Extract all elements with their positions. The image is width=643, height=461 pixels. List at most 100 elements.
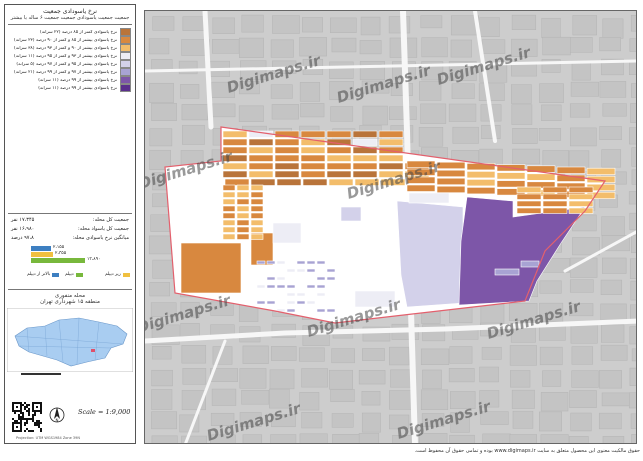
parcel-large: [180, 242, 242, 294]
city-block: [271, 346, 297, 361]
city-block: [180, 323, 200, 337]
city-block: [239, 368, 267, 389]
city-block: [449, 346, 473, 364]
bar-3: [31, 258, 85, 263]
mini-legend-2-label: دیپلم: [65, 272, 74, 277]
city-block: [182, 368, 207, 385]
qr-cell: [28, 410, 30, 412]
city-block: [631, 348, 636, 362]
city-block: [451, 83, 475, 99]
parcel: [326, 170, 352, 178]
city-block: [539, 411, 562, 432]
parcel: [248, 170, 274, 178]
parcel: [520, 260, 540, 268]
qr-cell: [26, 410, 28, 412]
qr-cell: [12, 422, 14, 424]
city-block: [361, 391, 381, 406]
city-block: [241, 14, 264, 33]
city-block: [569, 37, 593, 53]
city-block: [569, 390, 597, 408]
city-block: [301, 412, 323, 429]
mini-legend-2: دیپلم: [65, 272, 83, 277]
qr-cell: [20, 420, 22, 422]
city-block: [569, 279, 594, 293]
parcel-small: [276, 276, 286, 281]
parcel: [326, 130, 352, 138]
legend-swatch: [120, 84, 131, 92]
parcel: [586, 167, 616, 175]
qr-cell: [36, 422, 38, 424]
city-block: [570, 412, 592, 432]
city-block: [602, 436, 625, 443]
parcel: [436, 185, 466, 193]
parcel: [250, 226, 264, 233]
stat-label: میانگین نرخ یاسوادی محله:: [72, 235, 129, 241]
qr-cell: [16, 406, 18, 408]
parcel: [274, 170, 300, 178]
city-block: [630, 304, 636, 321]
parcel-small: [286, 300, 296, 305]
city-block: [631, 234, 636, 254]
bar-1: [31, 246, 51, 251]
city-block: [182, 124, 205, 145]
city-block: [299, 392, 320, 411]
parcel: [516, 193, 542, 200]
legend-label: نرخ یاسوادی بیشتر از ۹۳ و کمتر از ۹۵ درص…: [14, 53, 117, 59]
parcel-lavender: [396, 200, 464, 308]
qr-cell: [40, 404, 42, 406]
qr-cell: [28, 408, 30, 410]
city-block: [329, 61, 354, 79]
parcel: [236, 191, 250, 198]
legend-subtitle: جمعیت جمعیت یاسودادی جمعیت جمعیت ۶ ساله …: [10, 15, 130, 21]
mini-legend-2-swatch: [75, 272, 83, 277]
legend-swatch: [120, 68, 131, 76]
city-block: [570, 324, 598, 344]
parcel-small: [266, 276, 276, 281]
map-frame[interactable]: Digimaps.ir Digimaps.ir Digimaps.ir Digi…: [144, 10, 637, 444]
parcel: [300, 154, 326, 162]
city-block: [330, 106, 354, 122]
city-block: [420, 15, 443, 29]
city-block: [448, 368, 475, 383]
parcel: [496, 180, 526, 188]
city-block: [388, 16, 411, 34]
parcel: [236, 233, 250, 240]
parcel-small: [276, 284, 286, 289]
city-block: [362, 105, 388, 126]
city-block: [152, 16, 175, 31]
qr-cell: [12, 426, 14, 428]
city-block: [450, 39, 473, 58]
parcel-small: [296, 268, 306, 273]
city-block: [541, 104, 562, 121]
city-block: [211, 388, 237, 406]
locator-scalebar-line: [21, 373, 61, 375]
city-block: [239, 37, 264, 58]
qr-cell: [18, 422, 20, 424]
city-block: [422, 369, 442, 390]
city-block: [512, 127, 538, 144]
city-block: [390, 369, 412, 388]
parcel: [436, 177, 466, 185]
mini-legend-3: بالاتر از دیپلم: [27, 272, 60, 277]
legend-swatch: [120, 36, 131, 44]
stat-row: میانگین نرخ یاسوادی محله: ۹۷،۸ درصد: [11, 235, 129, 242]
qr-cell: [12, 430, 14, 432]
parcel: [542, 200, 568, 207]
city-block: [629, 258, 636, 279]
city-block: [331, 413, 354, 428]
qr-cell: [20, 416, 22, 418]
parcel: [222, 233, 236, 240]
qr-cell: [32, 410, 34, 412]
bar-2-label: ۲،۳۵۵: [55, 251, 67, 256]
city-block: [151, 389, 173, 410]
parcel-small: [256, 300, 266, 305]
qr-cell: [36, 424, 38, 426]
city-block: [212, 17, 235, 34]
qr-cell: [14, 412, 16, 414]
parcel-small: [286, 308, 296, 313]
parcel: [274, 146, 300, 154]
qr-cell: [38, 410, 40, 412]
city-block: [601, 324, 625, 343]
legend-label: نرخ یاسوادی بیشتر از ۹۹ درصد (۱۱ سرانه): [38, 85, 117, 91]
parcel: [406, 184, 436, 192]
